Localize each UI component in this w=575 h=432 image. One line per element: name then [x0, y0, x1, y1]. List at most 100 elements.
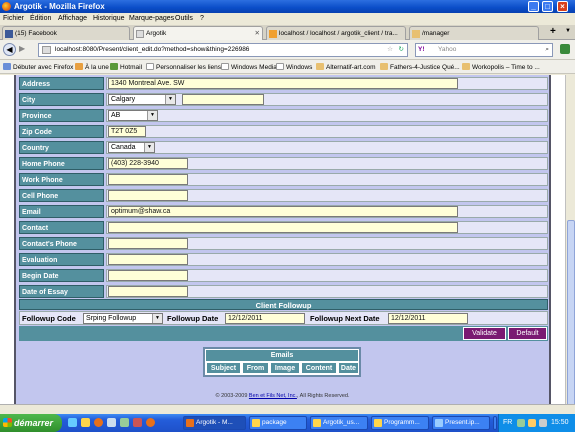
- begin-date-input[interactable]: [108, 270, 188, 281]
- contact-phone-input[interactable]: [108, 238, 188, 249]
- windows-logo-icon: [3, 418, 12, 427]
- rss-icon: [75, 63, 83, 70]
- bookmark-star-icon[interactable]: ☆: [387, 44, 393, 56]
- city-select[interactable]: Calgary ▼: [108, 94, 176, 105]
- home-icon[interactable]: [560, 44, 570, 54]
- validate-button[interactable]: Validate: [463, 327, 506, 340]
- menu-edition[interactable]: Édition: [30, 15, 51, 22]
- taskbar-item-more[interactable]: [493, 416, 497, 430]
- quicklaunch-app-icon[interactable]: [120, 418, 129, 427]
- city-other-input[interactable]: [182, 94, 264, 105]
- minimize-button[interactable]: _: [528, 1, 539, 12]
- scrollbar-thumb[interactable]: [567, 220, 575, 410]
- default-button[interactable]: Default: [508, 327, 547, 340]
- tab-list-button[interactable]: ▼: [565, 28, 571, 34]
- date-of-essay-cell: [106, 285, 548, 298]
- bookmark-icon: [110, 63, 118, 70]
- speaker-icon[interactable]: [539, 419, 547, 427]
- bookmark-item[interactable]: À la une: [75, 63, 109, 71]
- bookmark-item[interactable]: Workopolis – Time to ...: [462, 63, 540, 71]
- rights-text: , All Rights Reserved.: [296, 393, 350, 399]
- work-phone-input[interactable]: [108, 174, 188, 185]
- emails-col-from[interactable]: From: [242, 362, 269, 374]
- bookmark-item[interactable]: Alternatif-art.com: [316, 63, 376, 71]
- emails-col-image[interactable]: Image: [270, 362, 300, 374]
- menu-affichage[interactable]: Affichage: [58, 15, 87, 22]
- forward-button[interactable]: ▶: [19, 44, 25, 53]
- menu-historique[interactable]: Historique: [93, 15, 125, 22]
- quicklaunch-ie-icon[interactable]: [68, 418, 77, 427]
- evaluation-input[interactable]: [108, 254, 188, 265]
- taskbar-item-package[interactable]: package: [249, 416, 307, 430]
- bookmark-item[interactable]: Hotmail: [110, 63, 142, 71]
- search-input[interactable]: Y! Yahoo ⌕: [415, 43, 553, 57]
- province-cell: AB ▼: [106, 109, 548, 122]
- menu-help[interactable]: ?: [200, 15, 204, 22]
- followup-next-date-input[interactable]: 12/12/2011: [388, 313, 468, 324]
- bookmark-item[interactable]: Windows: [276, 63, 312, 71]
- city-selected: Calgary: [111, 96, 136, 103]
- home-phone-input[interactable]: (403) 228-3940: [108, 158, 188, 169]
- close-window-button[interactable]: ×: [557, 1, 568, 12]
- emails-col-subject[interactable]: Subject: [206, 362, 241, 374]
- email-input[interactable]: optimum@shaw.ca: [108, 206, 458, 217]
- followup-date-input[interactable]: 12/12/2011: [225, 313, 305, 324]
- quicklaunch-app-icon[interactable]: [133, 418, 142, 427]
- tab-facebook[interactable]: (15) Facebook: [2, 26, 130, 40]
- reload-icon[interactable]: ↻: [399, 44, 404, 56]
- folder-icon: [313, 419, 321, 427]
- taskbar-item-argotik-us[interactable]: Argotik_us...: [310, 416, 368, 430]
- tab-manager[interactable]: /manager: [409, 26, 539, 40]
- emails-col-date[interactable]: Date: [338, 362, 359, 374]
- email-cell: optimum@shaw.ca: [106, 205, 548, 218]
- emails-col-content[interactable]: Content: [301, 362, 337, 374]
- tab-argotik[interactable]: Argotik ✕: [133, 26, 263, 40]
- bookmark-item[interactable]: Windows Media: [221, 63, 277, 71]
- quicklaunch-folder-icon[interactable]: [81, 418, 90, 427]
- address-input[interactable]: 1340 Montreal Ave. SW: [108, 78, 458, 89]
- taskbar-item-present[interactable]: Present.ip...: [432, 416, 490, 430]
- start-button[interactable]: démarrer: [0, 414, 62, 432]
- taskbar-item-label: package: [262, 419, 287, 426]
- url-bar[interactable]: localhost:8080/Present/client_edit.do?me…: [38, 43, 408, 57]
- menu-fichier[interactable]: Fichier: [3, 15, 24, 22]
- province-select[interactable]: AB ▼: [108, 110, 158, 121]
- city-cell: Calgary ▼: [106, 93, 548, 106]
- followup-code-select[interactable]: Srping Followup ▼: [83, 313, 163, 324]
- menu-outils[interactable]: Outils: [175, 15, 193, 22]
- quicklaunch-firefox-icon[interactable]: [94, 418, 103, 427]
- taskbar-item-argotik[interactable]: Argotik - M...: [183, 416, 246, 430]
- country-select[interactable]: Canada ▼: [108, 142, 155, 153]
- cell-phone-input[interactable]: [108, 190, 188, 201]
- tab-phpmyadmin[interactable]: localhost / localhost / argotik_client /…: [266, 26, 406, 40]
- tab-label: Argotik: [146, 30, 167, 37]
- search-icon[interactable]: ⌕: [545, 44, 549, 56]
- bookmark-item[interactable]: Fathers-4-Justice Qué...: [380, 63, 460, 71]
- evaluation-label: Evaluation: [19, 253, 104, 266]
- date-of-essay-input[interactable]: [108, 286, 188, 297]
- quicklaunch-app-icon[interactable]: [107, 418, 116, 427]
- close-tab-icon[interactable]: ✕: [255, 27, 260, 40]
- tray-app-icon[interactable]: [517, 419, 525, 427]
- zip-code-input[interactable]: T2T 0Z5: [108, 126, 146, 137]
- contact-input[interactable]: [108, 222, 458, 233]
- vertical-scrollbar[interactable]: [565, 75, 575, 415]
- new-tab-button[interactable]: +: [550, 26, 556, 37]
- menu-marque-pages[interactable]: Marque-pages: [129, 15, 174, 22]
- followup-row: Followup Code Srping Followup ▼ Followup …: [19, 311, 548, 325]
- back-button[interactable]: ◀: [3, 43, 16, 56]
- tray-app-icon[interactable]: [528, 419, 536, 427]
- bookmark-item[interactable]: Débuter avec Firefox: [3, 63, 73, 71]
- quicklaunch-firefox-icon[interactable]: [146, 418, 155, 427]
- bookmark-item[interactable]: Personnaliser les liens: [146, 63, 221, 71]
- firefox-icon: [186, 419, 194, 427]
- phpmyadmin-icon: [269, 30, 277, 38]
- taskbar-item-programm[interactable]: Programm...: [371, 416, 429, 430]
- language-indicator[interactable]: FR: [503, 414, 512, 432]
- province-selected: AB: [111, 112, 121, 119]
- followup-code-label: Followup Code: [22, 314, 76, 323]
- window-title: Argotik - Mozilla Firefox: [14, 2, 105, 11]
- company-link[interactable]: Ben et Fils Net, Inc.: [249, 393, 297, 399]
- contact-phone-cell: [106, 237, 548, 250]
- maximize-button[interactable]: □: [542, 1, 553, 12]
